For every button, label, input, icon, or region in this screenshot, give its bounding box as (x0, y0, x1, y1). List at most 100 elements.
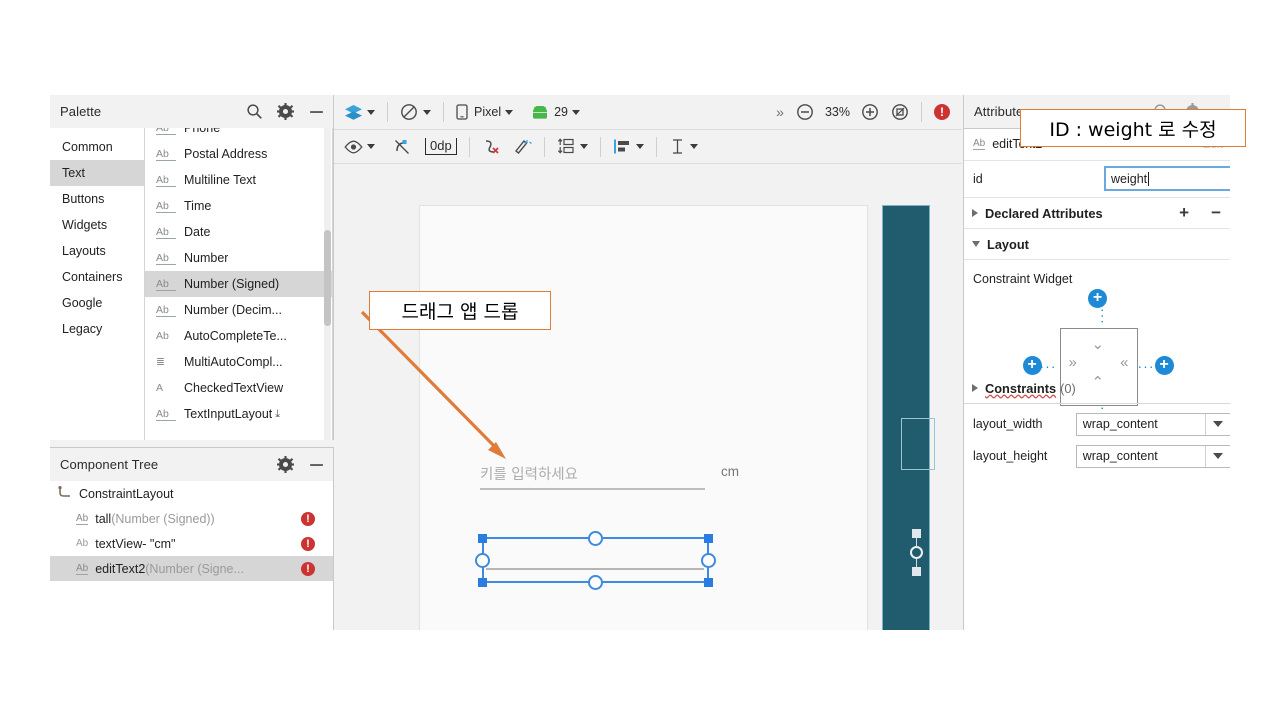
chevron-down-icon[interactable] (1205, 446, 1230, 467)
palette-item-number-decimal[interactable]: Ab Number (Decim... (145, 297, 332, 323)
zoom-out-icon (796, 103, 814, 121)
palette-category-widgets[interactable]: Widgets (50, 212, 144, 238)
palette-item-label: Time (184, 199, 211, 213)
palette-item-number-signed[interactable]: Ab Number (Signed) (145, 271, 332, 297)
palette-scrollbar-thumb[interactable] (324, 230, 331, 326)
blueprint-widget-outline (901, 418, 935, 470)
chevron-down-icon (690, 144, 698, 149)
view-options-button[interactable] (340, 134, 379, 160)
clear-constraints-icon (482, 138, 501, 156)
layout-section[interactable]: Layout (964, 229, 1230, 260)
minimize-icon[interactable] (308, 456, 325, 473)
gear-icon[interactable] (277, 103, 294, 120)
annotation-id-note: ID : weight 로 수정 (1020, 109, 1246, 147)
table-row[interactable]: ConstraintLayout (50, 481, 333, 506)
constraint-anchor-right[interactable] (701, 553, 716, 568)
declared-attributes-section[interactable]: Declared Attributes + − (964, 198, 1230, 229)
palette-category-legacy[interactable]: Legacy (50, 316, 144, 342)
palette-item-date[interactable]: Ab Date (145, 219, 332, 245)
device-selector[interactable]: Pixel (452, 99, 517, 125)
gear-icon[interactable] (277, 456, 294, 473)
palette-item-label: MultiAutoCompl... (184, 355, 283, 369)
text-widget-icon: Ab (156, 128, 176, 135)
palette-header-icons (246, 95, 325, 128)
minimize-icon[interactable] (308, 103, 325, 120)
palette-item-label: Date (184, 225, 210, 239)
zoom-in-button[interactable] (857, 99, 883, 125)
tree-node-detail: (Number (Signed)) (111, 512, 215, 526)
table-row[interactable]: Ab editText2 (Number (Signe... ! (50, 556, 333, 581)
error-indicator-button[interactable]: ! (930, 99, 954, 125)
toolbar-overflow-button[interactable]: » (772, 99, 788, 125)
palette-item-time[interactable]: Ab Time (145, 193, 332, 219)
constraint-anchor-top[interactable] (588, 531, 603, 546)
component-tree-panel: Component Tree ConstraintLayout Ab tall (50, 447, 334, 630)
orientation-button[interactable] (396, 99, 435, 125)
align-button[interactable] (609, 134, 648, 160)
layout-width-select[interactable]: wrap_content (1076, 413, 1230, 436)
palette-item-number[interactable]: Ab Number (145, 245, 332, 271)
divider (544, 137, 545, 157)
resize-handle-top-left[interactable] (478, 534, 487, 543)
guideline-button[interactable] (665, 134, 702, 160)
layout-width-value: wrap_content (1077, 417, 1158, 431)
constraints-label: Constraints (985, 381, 1056, 396)
palette-category-common[interactable]: Common (50, 134, 144, 160)
default-margin-button[interactable]: 0dp (421, 134, 461, 160)
blueprint-preview[interactable] (882, 205, 930, 630)
palette-item-multiautocomplete-textview[interactable]: ≣ MultiAutoCompl... (145, 349, 332, 375)
remove-attribute-button[interactable]: − (1211, 206, 1221, 220)
search-icon[interactable] (246, 103, 263, 120)
zoom-to-fit-button[interactable] (887, 99, 913, 125)
palette-item-label: Phone (184, 128, 220, 135)
palette-item-autocomplete-textview[interactable]: Ab AutoCompleteTe... (145, 323, 332, 349)
id-input[interactable]: weight (1104, 166, 1230, 191)
text-widget-icon: Ab (973, 138, 985, 150)
palette-item-label: Multiline Text (184, 173, 256, 187)
palette-category-list: Common Text Buttons Widgets Layouts Cont… (50, 128, 145, 440)
constraints-count: (0) (1060, 381, 1076, 396)
table-row[interactable]: Ab tall (Number (Signed)) ! (50, 506, 333, 531)
constraint-anchor-bottom[interactable] (588, 575, 603, 590)
palette-category-buttons[interactable]: Buttons (50, 186, 144, 212)
error-badge[interactable]: ! (301, 537, 315, 551)
chevron-double-left-icon[interactable]: « (1120, 354, 1128, 371)
palette-category-containers[interactable]: Containers (50, 264, 144, 290)
palette-header: Palette (50, 95, 333, 129)
table-row[interactable]: Ab textView - "cm" ! (50, 531, 333, 556)
autoconnect-button[interactable] (389, 134, 415, 160)
palette-title: Palette (50, 104, 101, 119)
palette-category-google[interactable]: Google (50, 290, 144, 316)
resize-handle-bottom-right[interactable] (704, 578, 713, 587)
error-badge[interactable]: ! (301, 562, 315, 576)
clear-constraints-button[interactable] (478, 134, 505, 160)
blueprint-connector (916, 538, 917, 546)
zoom-out-button[interactable] (792, 99, 818, 125)
palette-item-list[interactable]: Ab Phone Ab Postal Address Ab Multiline … (145, 128, 333, 440)
chevron-down-icon[interactable] (1205, 414, 1230, 435)
constraint-anchor-left[interactable] (475, 553, 490, 568)
palette-item-checked-textview[interactable]: A CheckedTextView (145, 375, 332, 401)
layout-width-row: layout_width wrap_content (964, 408, 1230, 440)
palette-item-text-input-layout[interactable]: Ab TextInputLayout ⤓ (145, 401, 332, 427)
api-level-selector[interactable]: 29 (527, 99, 584, 125)
resize-handle-top-right[interactable] (704, 534, 713, 543)
palette-item-postal-address[interactable]: Ab Postal Address (145, 141, 332, 167)
resize-handle-bottom-left[interactable] (478, 578, 487, 587)
pack-button[interactable] (553, 134, 592, 160)
palette-category-layouts[interactable]: Layouts (50, 238, 144, 264)
chevron-double-right-icon[interactable]: » (1069, 354, 1077, 371)
palette-item-phone[interactable]: Ab Phone (145, 128, 332, 141)
palette-category-text[interactable]: Text (50, 160, 144, 186)
infer-constraints-button[interactable] (509, 134, 536, 160)
add-attribute-button[interactable]: + (1179, 206, 1189, 220)
error-badge[interactable]: ! (301, 512, 315, 526)
constraints-section[interactable]: Constraints (0) (964, 373, 1230, 404)
selected-widget[interactable] (478, 534, 713, 586)
add-top-constraint-button[interactable]: + (1088, 289, 1107, 308)
layout-height-select[interactable]: wrap_content (1076, 445, 1230, 468)
chevron-double-down-icon[interactable]: ⌄ (1092, 335, 1105, 353)
palette-item-multiline-text[interactable]: Ab Multiline Text (145, 167, 332, 193)
design-mode-button[interactable] (340, 99, 379, 125)
autocomplete-icon: Ab (156, 330, 176, 342)
